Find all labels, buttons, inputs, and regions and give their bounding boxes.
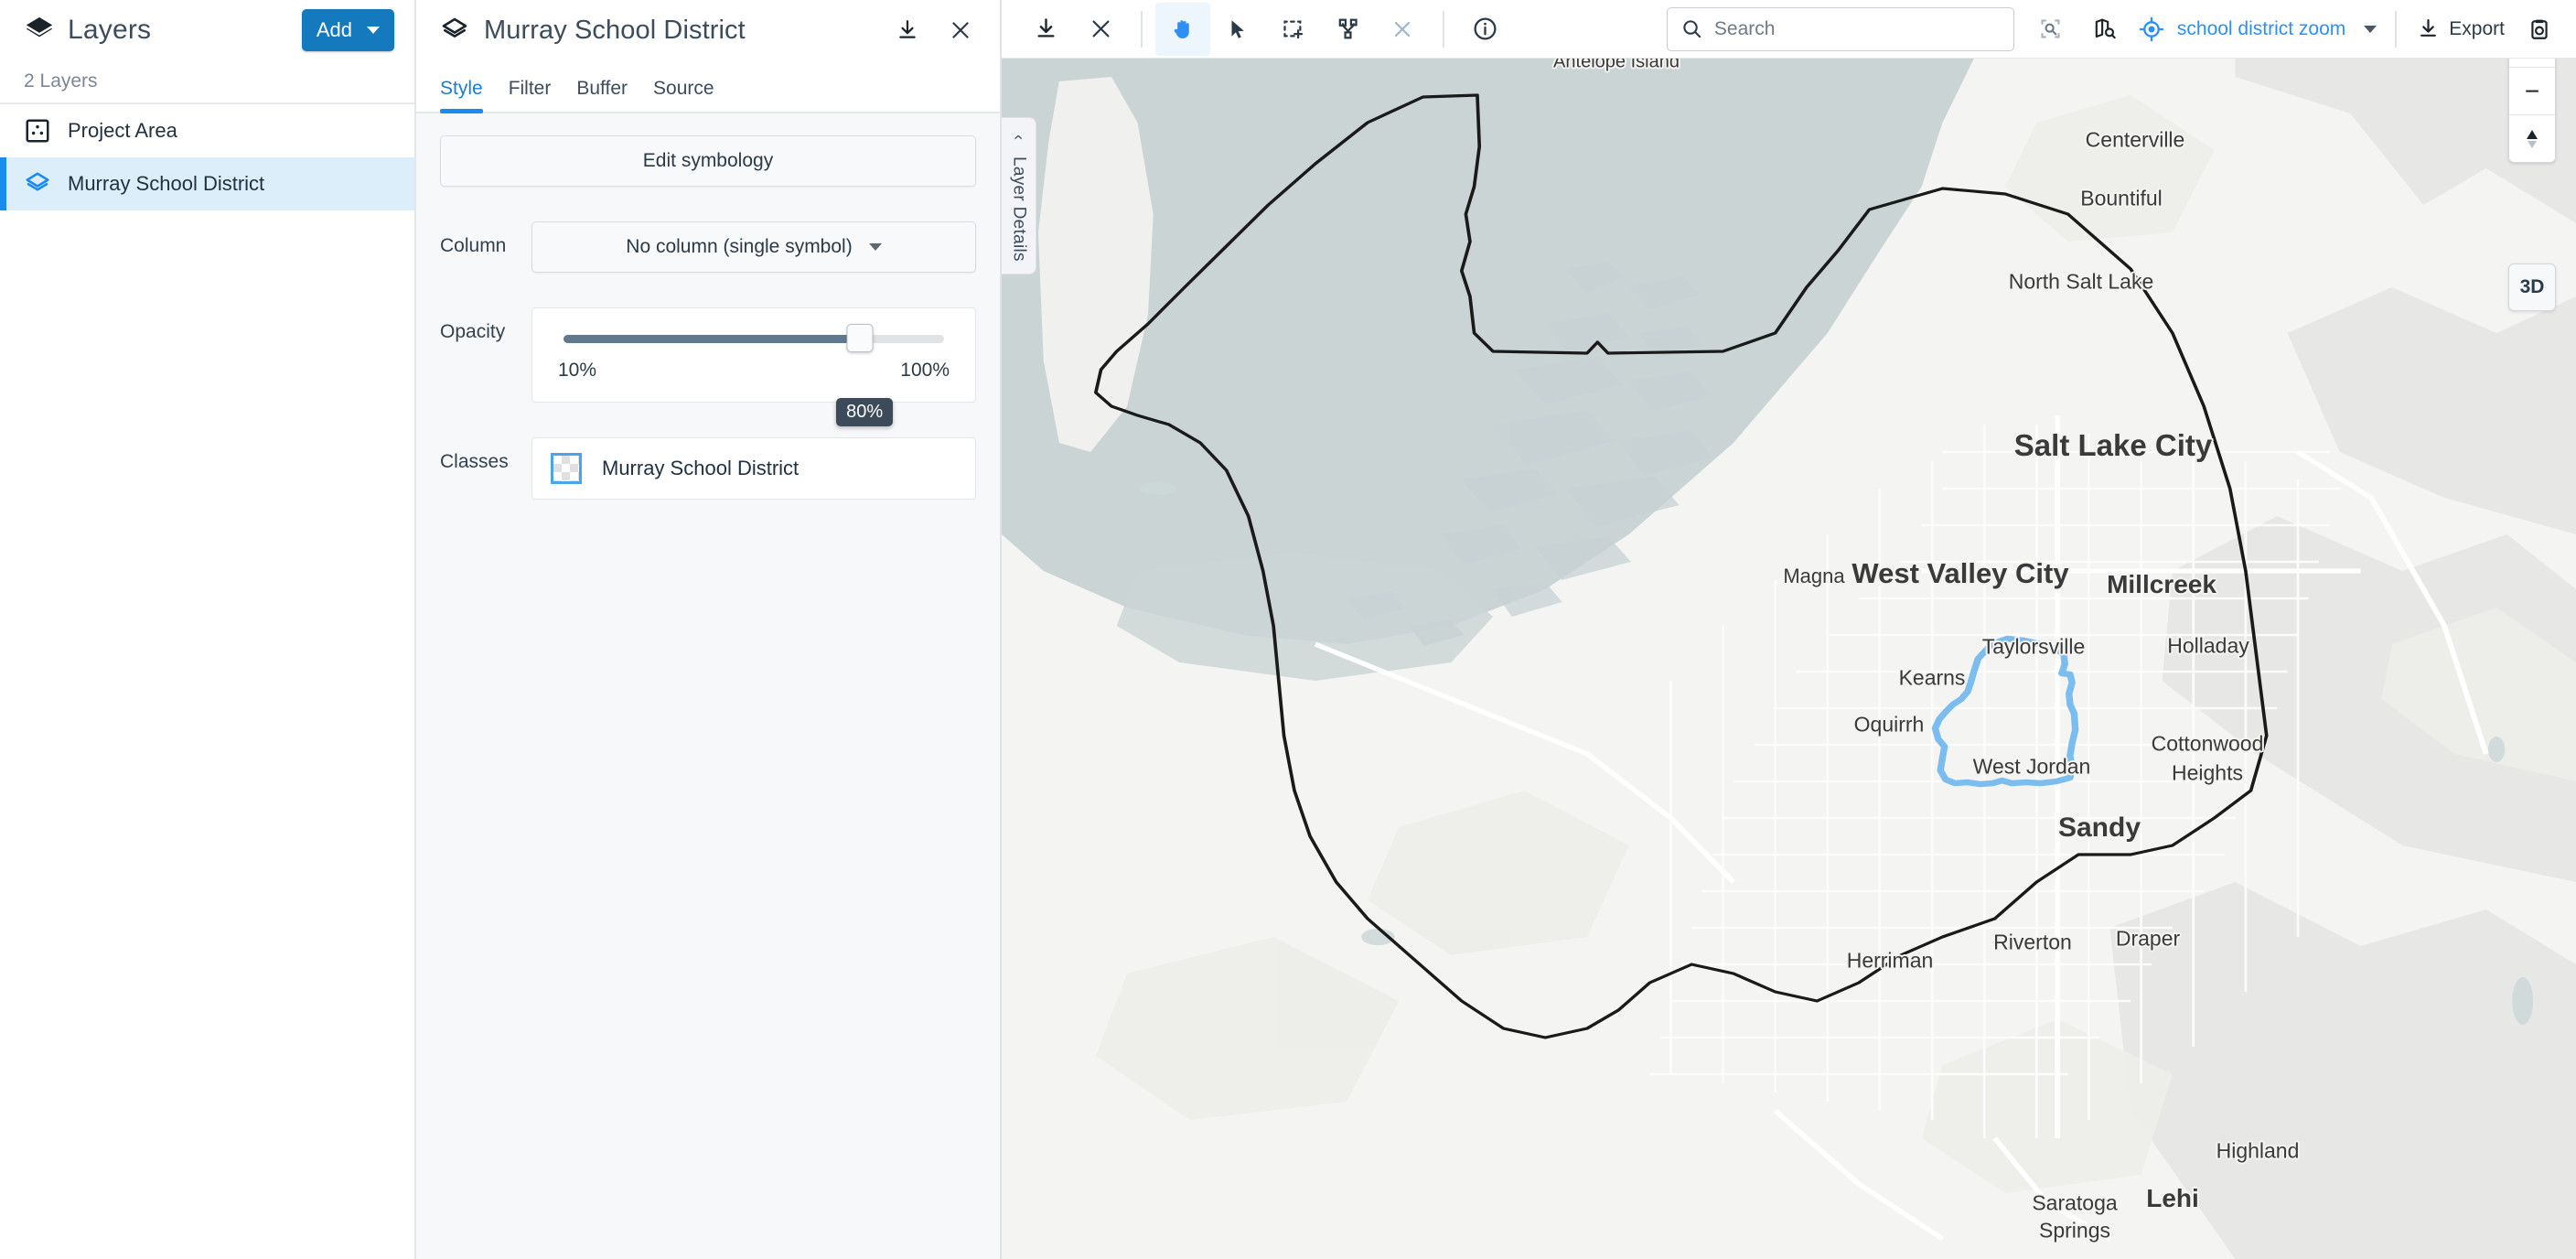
tab-buffer[interactable]: Buffer (564, 78, 640, 112)
chevron-left-icon: ‹ (1009, 135, 1028, 140)
style-panel-title: Murray School District (484, 15, 746, 45)
chevron-down-icon (868, 243, 882, 251)
layers-diamond-icon (26, 16, 53, 38)
map-area[interactable]: Search school district zoom Export Antel… (1002, 0, 2576, 1259)
chevron-down-icon (367, 27, 380, 34)
close-icon[interactable] (941, 11, 980, 49)
layer-label: Project Area (68, 119, 177, 142)
column-label: Column (440, 235, 507, 256)
opacity-value-badge: 80% (836, 398, 894, 426)
add-layer-label: Add (316, 18, 352, 41)
slider-thumb[interactable] (846, 324, 874, 352)
map-canvas[interactable]: Antelope Island Centerville Bountiful North… (1002, 59, 2576, 1259)
export-label: Export (2449, 17, 2505, 39)
pan-hand-icon[interactable] (1155, 2, 1210, 56)
pointer-arrow-icon[interactable] (1210, 3, 1265, 56)
map-search-icon[interactable] (2078, 3, 2133, 56)
layer-actions-group (1018, 3, 1128, 56)
search-input[interactable]: Search (1666, 6, 2014, 51)
clear-x-icon[interactable] (1375, 3, 1430, 56)
map-render (1002, 59, 2576, 1259)
opacity-scale: 10% 100% 80% (554, 360, 953, 426)
tab-style[interactable]: Style (440, 78, 496, 113)
column-field: Column No column (single symbol) (440, 221, 976, 273)
search-icon (1683, 20, 1701, 38)
tab-source[interactable]: Source (640, 78, 727, 112)
mode-3d-button[interactable]: 3D (2508, 264, 2556, 311)
search-placeholder: Search (1713, 17, 1776, 39)
opacity-label: Opacity (440, 321, 506, 342)
style-panel-header: Murray School District (416, 0, 1000, 60)
class-label: Murray School District (602, 457, 800, 479)
layer-list: Project Area Murray School District (0, 104, 414, 1259)
zoom-out-button[interactable]: − (2509, 67, 2555, 114)
opacity-min-label: 10% (558, 360, 597, 381)
marquee-select-icon[interactable] (1265, 3, 1320, 56)
layer-details-label: Layer Details (1009, 156, 1029, 262)
layers-icon (442, 17, 467, 38)
download-icon[interactable] (888, 11, 927, 49)
compass-icon (2527, 129, 2538, 148)
download-icon (2420, 19, 2437, 37)
slider-fill (564, 335, 860, 343)
map-toolbar: Search school district zoom Export (1002, 0, 2576, 59)
add-layer-button[interactable]: Add (301, 9, 394, 51)
zoom-to-extent-icon[interactable] (2023, 3, 2078, 56)
opacity-max-label: 100% (900, 360, 950, 381)
close-icon[interactable] (1073, 3, 1128, 56)
download-icon[interactable] (1018, 3, 1073, 56)
compass-button[interactable] (2509, 114, 2555, 162)
layer-row-project-area[interactable]: Project Area (0, 104, 414, 157)
opacity-field: Opacity 10% 100% 80% (440, 307, 976, 426)
column-select-value: No column (single symbol) (626, 236, 853, 257)
toolbar-divider (1443, 10, 1444, 48)
classes-list: Murray School District (531, 437, 976, 500)
zoom-preset-label: school district zoom (2176, 17, 2346, 39)
classes-field: Classes Murray School District (440, 437, 976, 500)
opacity-slider[interactable] (564, 324, 944, 352)
map-tools-group (1155, 2, 1430, 56)
classes-label: Classes (440, 451, 509, 472)
zoom-preset-selector[interactable]: school district zoom (2133, 16, 2382, 42)
tab-filter[interactable]: Filter (496, 78, 564, 112)
info-icon[interactable] (1457, 3, 1512, 56)
layer-details-tab[interactable]: ‹ Layer Details (1002, 117, 1036, 274)
class-color-swatch[interactable] (551, 453, 582, 484)
opacity-slider-card: 10% 100% 80% (531, 307, 976, 426)
page-title: Layers (68, 15, 152, 45)
camera-icon[interactable] (2512, 3, 2567, 56)
toolbar-divider (1141, 10, 1143, 48)
sidebar-header: Layers Add (0, 0, 414, 60)
style-panel-tabs: Style Filter Buffer Source (416, 60, 1000, 113)
layer-label: Murray School District (68, 172, 265, 195)
project-area-icon (26, 119, 49, 143)
column-select[interactable]: No column (single symbol) (531, 221, 976, 273)
layer-count: 2 Layers (24, 70, 98, 91)
app-root: Layers Add 2 Layers Project Area Murray … (0, 0, 2576, 1259)
layers-icon (26, 172, 49, 191)
layers-sidebar: Layers Add 2 Layers Project Area Murray … (0, 0, 416, 1259)
target-crosshair-icon (2139, 16, 2164, 41)
style-panel-body: Edit symbology Column No column (single … (416, 113, 1000, 1259)
toolbar-divider (2395, 10, 2398, 48)
node-path-icon[interactable] (1320, 3, 1375, 56)
export-button[interactable]: Export (2410, 17, 2512, 40)
layer-row-murray-school-district[interactable]: Murray School District (0, 157, 414, 210)
style-panel: Murray School District Style Filter Buff… (416, 0, 1002, 1259)
chevron-down-icon (2364, 25, 2377, 33)
edit-symbology-button[interactable]: Edit symbology (440, 135, 976, 187)
